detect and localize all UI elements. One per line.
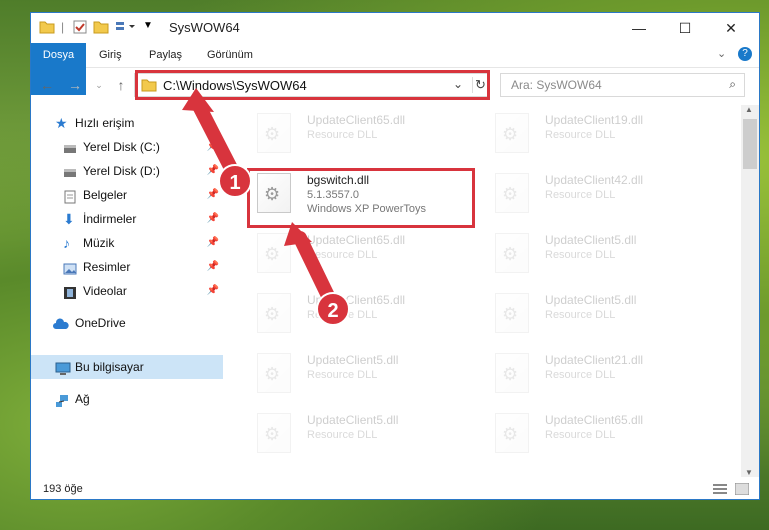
arrow-1-head-icon [182, 88, 214, 112]
arrow-overlay [182, 88, 337, 307]
callout-2: 2 [316, 292, 350, 326]
arrow-2-head-icon [284, 222, 312, 246]
arrow-2-icon [293, 231, 337, 307]
callout-1: 1 [218, 164, 252, 198]
